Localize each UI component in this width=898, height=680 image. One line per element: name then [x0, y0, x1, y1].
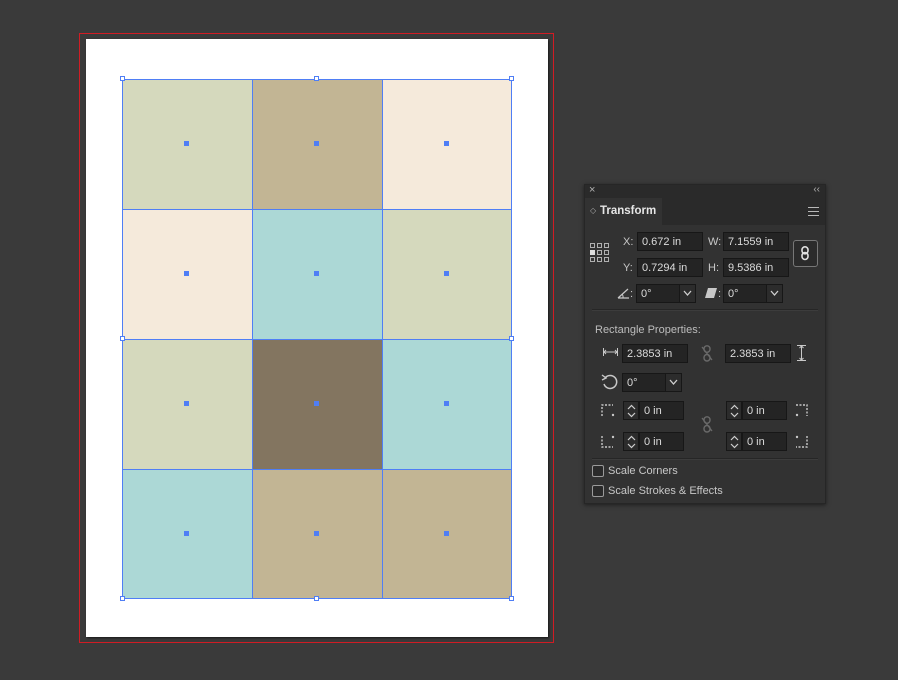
link-icon — [801, 246, 809, 261]
close-icon[interactable]: × — [589, 184, 595, 196]
shear-field[interactable]: 0° — [723, 284, 767, 303]
grid-rectangle[interactable] — [122, 209, 252, 339]
shear-dropdown[interactable] — [766, 284, 783, 303]
grid-rectangle[interactable] — [252, 209, 382, 339]
handle-bottom-right[interactable] — [509, 596, 514, 601]
divider — [592, 458, 818, 460]
center-point-marker — [314, 271, 319, 276]
corner-top-left-stepper[interactable] — [623, 401, 639, 420]
center-point-marker — [314, 401, 319, 406]
corner-bottom-right-stepper[interactable] — [726, 432, 742, 451]
tab-transform[interactable]: ◇ Transform — [585, 198, 662, 225]
center-point-marker — [444, 531, 449, 536]
constrain-proportions-button[interactable] — [793, 240, 818, 267]
rect-width-field[interactable]: 2.3853 in — [622, 344, 688, 363]
handle-top-right[interactable] — [509, 76, 514, 81]
scale-corners-label: Scale Corners — [608, 465, 678, 477]
y-label: Y: — [623, 262, 633, 274]
scale-strokes-checkbox[interactable] — [592, 485, 604, 497]
shear-icon — [705, 288, 717, 298]
stepper-arrows-icon — [627, 404, 636, 418]
collapse-icon[interactable]: ‹‹ — [813, 184, 820, 195]
handle-top-left[interactable] — [120, 76, 125, 81]
grid-rectangle[interactable] — [382, 469, 512, 599]
corner-bottom-right-field[interactable]: 0 in — [742, 432, 787, 451]
grid-rectangle[interactable] — [122, 339, 252, 469]
scale-strokes-label: Scale Strokes & Effects — [608, 485, 723, 497]
grid-line-h2 — [122, 339, 512, 340]
rotate-dropdown[interactable] — [679, 284, 696, 303]
grid-line-h3 — [122, 469, 512, 470]
stepper-arrows-icon — [730, 404, 739, 418]
rect-width-icon — [603, 348, 618, 356]
rect-rotate-dropdown[interactable] — [665, 373, 682, 392]
corner-bottom-left-icon — [601, 435, 615, 448]
h-label: H: — [708, 262, 719, 274]
rect-rotate-field[interactable]: 0° — [622, 373, 666, 392]
corner-bottom-left-stepper[interactable] — [623, 432, 639, 451]
rotate-label: : — [630, 288, 634, 300]
corner-unlink-icon[interactable] — [701, 416, 713, 433]
corner-bottom-right-icon — [795, 435, 808, 448]
handle-middle-left[interactable] — [120, 336, 125, 341]
handle-bottom-center[interactable] — [314, 596, 319, 601]
scale-corners-checkbox[interactable] — [592, 465, 604, 477]
corner-top-right-field[interactable]: 0 in — [742, 401, 787, 420]
grid-rectangle[interactable] — [122, 469, 252, 599]
handle-bottom-left[interactable] — [120, 596, 125, 601]
divider — [592, 309, 818, 311]
tab-label: Transform — [600, 205, 657, 217]
panel-tab-bar: ◇ Transform — [585, 198, 825, 225]
center-point-marker — [444, 271, 449, 276]
unlink-icon[interactable] — [701, 345, 713, 362]
corner-bottom-left-field[interactable]: 0 in — [639, 432, 684, 451]
center-point-marker — [444, 141, 449, 146]
chevron-down-icon — [683, 290, 692, 296]
rotate-angle-icon — [617, 288, 629, 299]
center-point-marker — [184, 531, 189, 536]
x-field[interactable]: 0.672 in — [637, 232, 703, 251]
grid-rectangle[interactable] — [252, 339, 382, 469]
chevron-down-icon — [669, 379, 678, 385]
rect-height-field[interactable]: 2.3853 in — [725, 344, 791, 363]
rect-height-icon — [797, 345, 806, 361]
center-point-marker — [184, 271, 189, 276]
corner-top-left-icon — [601, 404, 615, 417]
w-field[interactable]: 7.1559 in — [723, 232, 789, 251]
grid-rectangle[interactable] — [382, 209, 512, 339]
corner-top-left-field[interactable]: 0 in — [639, 401, 684, 420]
h-field[interactable]: 9.5386 in — [723, 258, 789, 277]
rotate-field[interactable]: 0° — [636, 284, 680, 303]
chevron-down-icon — [770, 290, 779, 296]
handle-middle-right[interactable] — [509, 336, 514, 341]
panel-menu-icon[interactable] — [808, 207, 819, 216]
corner-top-right-icon — [795, 404, 808, 417]
rect-rotate-icon — [601, 374, 618, 390]
stepper-arrows-icon — [627, 435, 636, 449]
panel-title-bar: × ‹‹ — [585, 184, 825, 198]
center-point-marker — [314, 531, 319, 536]
grid-rectangle[interactable] — [252, 79, 382, 209]
center-point-marker — [444, 401, 449, 406]
transform-panel: × ‹‹ ◇ Transform X: 0.672 in W: 7.1559 i… — [584, 184, 826, 504]
shear-label: : — [718, 288, 722, 300]
w-label: W: — [708, 236, 722, 248]
grid-rectangle[interactable] — [252, 469, 382, 599]
grid-line-h1 — [122, 209, 512, 210]
center-point-marker — [184, 401, 189, 406]
x-label: X: — [623, 236, 634, 248]
grid-rectangle[interactable] — [382, 79, 512, 209]
tab-arrows-icon: ◇ — [590, 206, 597, 215]
stepper-arrows-icon — [730, 435, 739, 449]
center-point-marker — [184, 141, 189, 146]
corner-top-right-stepper[interactable] — [726, 401, 742, 420]
reference-point-icon[interactable] — [590, 243, 610, 263]
y-field[interactable]: 0.7294 in — [637, 258, 703, 277]
grid-rectangle[interactable] — [122, 79, 252, 209]
center-point-marker — [314, 141, 319, 146]
rectangle-properties-heading: Rectangle Properties: — [595, 324, 701, 336]
grid-rectangle[interactable] — [382, 339, 512, 469]
handle-top-center[interactable] — [314, 76, 319, 81]
